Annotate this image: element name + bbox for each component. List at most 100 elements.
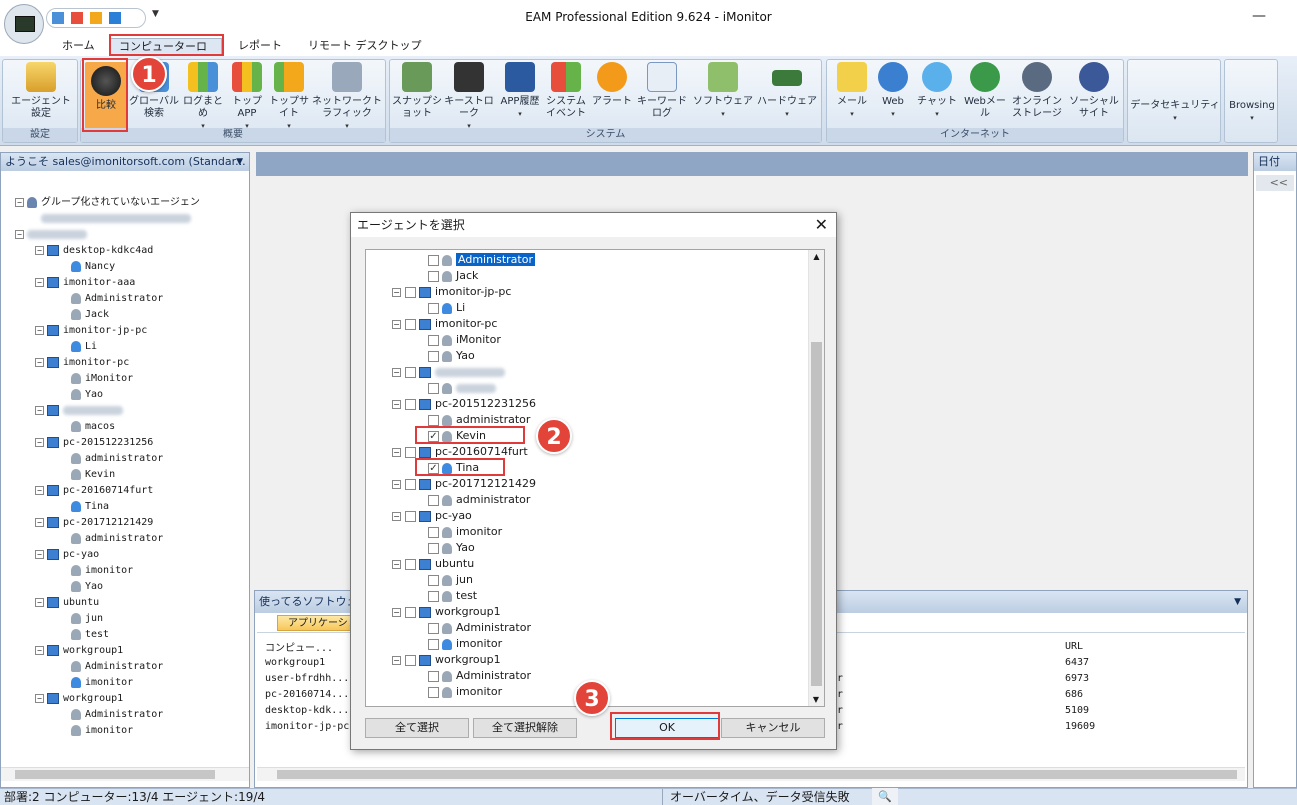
horizontal-scrollbar[interactable] <box>1 767 249 781</box>
tree-item-blurred[interactable] <box>41 211 191 227</box>
checkbox[interactable] <box>428 414 439 426</box>
checkbox[interactable] <box>428 254 439 266</box>
search-icon[interactable]: 🔍 <box>872 788 898 805</box>
tree-pc-7[interactable]: − pc-201712121429 <box>35 515 153 531</box>
dialog-pc-item[interactable]: − pc-yao <box>392 508 472 524</box>
software-button[interactable]: ソフトウェア ▾ <box>692 62 754 120</box>
dropdown-icon[interactable]: ▼ <box>1234 591 1241 613</box>
tree-user[interactable]: Administrator <box>71 659 163 675</box>
browsing-button[interactable]: Browsing ▾ <box>1225 100 1279 124</box>
dialog-user-item[interactable]: imonitor <box>428 684 502 700</box>
webmail-button[interactable]: Webメール <box>963 62 1007 120</box>
tree-user[interactable]: jun <box>71 611 103 627</box>
tree-pc-1[interactable]: − imonitor-aaa <box>35 275 135 291</box>
keystroke-button[interactable]: キーストローク ▾ <box>444 62 494 132</box>
dialog-user-item[interactable]: iMonitor <box>428 332 501 348</box>
mail-button[interactable]: メール ▾ <box>831 62 873 120</box>
col-url[interactable]: URL <box>1065 641 1083 652</box>
dialog-user-item[interactable]: imonitor <box>428 636 502 652</box>
snapshot-button[interactable]: スナップショット <box>392 62 442 120</box>
dialog-pc-item[interactable]: − imonitor-pc <box>392 316 497 332</box>
tab-remote-desktop[interactable]: リモート デスクトップ <box>300 38 430 56</box>
checkbox[interactable] <box>428 574 439 586</box>
tree-user[interactable]: administrator <box>71 451 163 467</box>
tree-pc-0[interactable]: − desktop-kdkc4ad <box>35 243 153 259</box>
tree-user[interactable]: iMonitor <box>71 371 133 387</box>
online-storage-button[interactable]: オンラインストレージ <box>1009 62 1065 120</box>
tree-root[interactable]: − グループ化されていないエージェン <box>15 195 200 211</box>
checkbox[interactable] <box>428 622 439 634</box>
dialog-user-item[interactable]: Administrator <box>428 252 535 268</box>
dialog-user-item[interactable]: Yao <box>428 348 475 364</box>
chat-button[interactable]: チャット ▾ <box>913 62 961 120</box>
checkbox[interactable] <box>428 494 439 506</box>
tree-user[interactable]: Yao <box>71 387 103 403</box>
dialog-pc-item[interactable]: − ubuntu <box>392 556 474 572</box>
dialog-user-item[interactable] <box>428 380 496 396</box>
tree-pc-3[interactable]: − imonitor-pc <box>35 355 129 371</box>
checkbox[interactable] <box>405 654 416 666</box>
tree-user[interactable]: imonitor <box>71 563 133 579</box>
web-button[interactable]: Web ▾ <box>875 62 911 120</box>
tree-user[interactable]: Administrator <box>71 707 163 723</box>
checkbox[interactable] <box>405 478 416 490</box>
tree-user[interactable]: Kevin <box>71 467 115 483</box>
select-all-button[interactable]: 全て選択 <box>365 718 469 738</box>
tree-pc-9[interactable]: − ubuntu <box>35 595 99 611</box>
dialog-user-item[interactable]: administrator <box>428 492 530 508</box>
dialog-user-item[interactable]: imonitor <box>428 524 502 540</box>
social-site-button[interactable]: ソーシャルサイト <box>1067 62 1121 120</box>
dialog-pc-item[interactable]: − workgroup1 <box>392 652 501 668</box>
horizontal-scrollbar[interactable] <box>257 767 1245 781</box>
tree-user[interactable]: Li <box>71 339 97 355</box>
tree-user[interactable]: Nancy <box>71 259 115 275</box>
hardware-button[interactable]: ハードウェア ▾ <box>756 62 818 120</box>
tree-group-blurred[interactable]: − <box>15 227 87 243</box>
dialog-user-item[interactable]: Yao <box>428 540 475 556</box>
checkbox[interactable] <box>405 558 416 570</box>
dialog-pc-item[interactable]: − <box>392 364 505 380</box>
tree-pc-4[interactable]: − <box>35 403 123 419</box>
vertical-scrollbar[interactable]: ▲ ▼ <box>808 250 824 706</box>
tree-user[interactable]: test <box>71 627 109 643</box>
minimize-button[interactable]: — <box>1252 8 1266 24</box>
alert-button[interactable]: アラート <box>590 62 634 108</box>
dialog-pc-item[interactable]: − pc-201712121429 <box>392 476 536 492</box>
scroll-up-icon[interactable]: ▲ <box>809 252 824 261</box>
tree-pc-11[interactable]: − workgroup1 <box>35 691 123 707</box>
checkbox[interactable] <box>428 686 439 698</box>
dialog-pc-item[interactable]: − imonitor-jp-pc <box>392 284 511 300</box>
dialog-user-item[interactable]: Li <box>428 300 465 316</box>
dialog-pc-item[interactable]: − pc-201512231256 <box>392 396 536 412</box>
checkbox[interactable] <box>405 286 416 298</box>
app-history-button[interactable]: APP履歴 ▾ <box>498 62 542 120</box>
dialog-user-item[interactable]: Administrator <box>428 668 531 684</box>
checkbox[interactable] <box>428 350 439 362</box>
app-logo[interactable] <box>4 4 44 44</box>
keyword-log-button[interactable]: キーワードログ <box>634 62 690 120</box>
agent-settings-button[interactable]: エージェント設定 <box>7 62 75 120</box>
checkbox[interactable] <box>428 542 439 554</box>
tree-user[interactable]: Tina <box>71 499 109 515</box>
checkbox[interactable] <box>428 638 439 650</box>
checkbox[interactable] <box>428 382 439 394</box>
tree-user[interactable]: imonitor <box>71 675 133 691</box>
checkbox[interactable] <box>428 526 439 538</box>
checkbox[interactable] <box>428 590 439 602</box>
tree-pc-8[interactable]: − pc-yao <box>35 547 99 563</box>
tree-user[interactable]: administrator <box>71 531 163 547</box>
tree-user[interactable]: macos <box>71 419 115 435</box>
tree-pc-6[interactable]: − pc-20160714furt <box>35 483 153 499</box>
checkbox[interactable] <box>405 446 416 458</box>
checkbox[interactable] <box>428 302 439 314</box>
tree-pc-10[interactable]: − workgroup1 <box>35 643 123 659</box>
top-site-button[interactable]: トップサイト ▾ <box>269 62 309 132</box>
tree-pc-5[interactable]: − pc-201512231256 <box>35 435 153 451</box>
checkbox[interactable] <box>405 606 416 618</box>
cancel-button[interactable]: キャンセル <box>721 718 825 738</box>
dialog-user-item[interactable]: jun <box>428 572 473 588</box>
close-icon[interactable]: ✕ <box>815 213 828 237</box>
checkbox[interactable] <box>405 510 416 522</box>
top-app-button[interactable]: トップAPP ▾ <box>227 62 267 132</box>
tree-user[interactable]: Jack <box>71 307 109 323</box>
